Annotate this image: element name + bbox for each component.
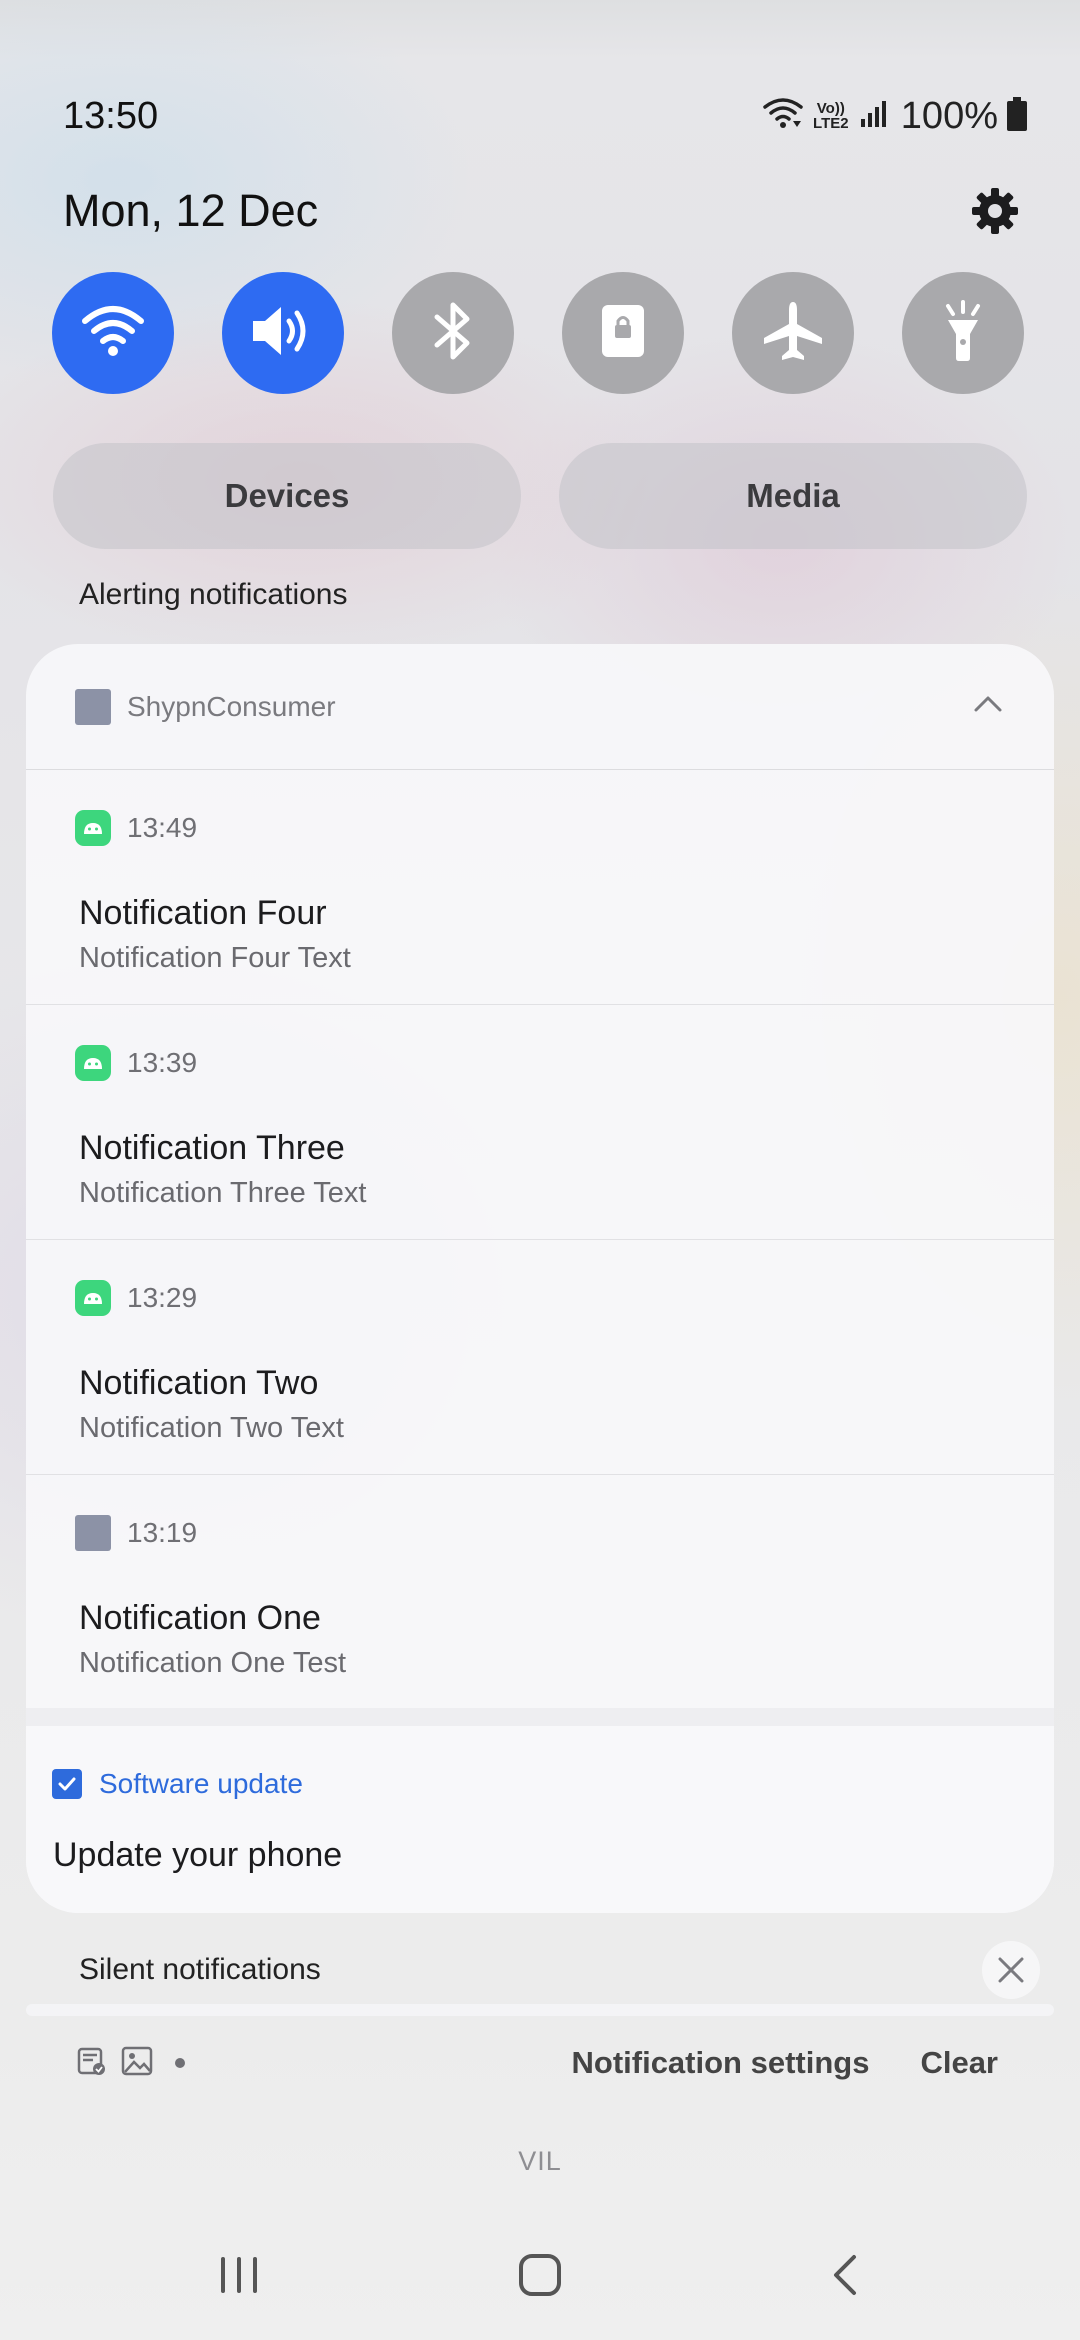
status-icons: Vo)) LTE2 100%	[763, 95, 1028, 138]
bluetooth-icon	[431, 299, 475, 368]
notification-time: 13:29	[127, 1282, 198, 1313]
android-icon	[75, 810, 111, 846]
gear-icon[interactable]	[962, 178, 1028, 244]
android-icon	[75, 1280, 111, 1316]
software-update-notification[interactable]	[26, 1726, 1054, 1913]
notification-settings-button[interactable]: Notification settings	[572, 2045, 870, 2081]
devices-button[interactable]: Devices	[53, 443, 521, 549]
calendar-check-icon	[77, 2045, 107, 2082]
chevron-up-icon[interactable]	[972, 694, 1004, 719]
volte-lte-icon: Vo)) LTE2	[811, 101, 851, 131]
notification-title: Notification Two	[79, 1364, 319, 1402]
silent-notifications-label: Silent notifications	[79, 1953, 321, 1986]
notification-item[interactable]: 13:29 Notification Two Notification Two …	[26, 1240, 1054, 1475]
notification-item[interactable]: 13:49 Notification Four Notification Fou…	[26, 770, 1054, 1005]
home-button[interactable]	[485, 2242, 595, 2312]
notification-meta: 13:29	[75, 1280, 197, 1316]
notification-text: Notification One Test	[79, 1647, 347, 1679]
android-icon	[75, 1045, 111, 1081]
status-bar: 13:50 Vo)) LTE2 100%	[63, 88, 1028, 144]
back-button[interactable]	[790, 2242, 900, 2312]
notification-time: 13:39	[127, 1047, 198, 1078]
silent-notification-peek[interactable]	[26, 2004, 1054, 2016]
date-label[interactable]: Mon, 12 Dec	[63, 185, 318, 237]
more-dot-icon	[175, 2058, 185, 2068]
network-label: Vo)) LTE2	[813, 100, 849, 132]
airplane-mode-toggle[interactable]	[732, 272, 854, 394]
battery-percent: 100%	[900, 94, 998, 137]
app-square-icon	[75, 1515, 111, 1551]
sound-toggle[interactable]	[222, 272, 344, 394]
notification-title: Notification One	[79, 1599, 321, 1637]
alerting-notifications-label: Alerting notifications	[79, 578, 348, 611]
recents-button[interactable]	[184, 2242, 294, 2312]
wifi-icon	[81, 303, 145, 364]
flashlight-toggle[interactable]	[902, 272, 1024, 394]
lock-icon	[598, 301, 648, 366]
media-button[interactable]: Media	[559, 443, 1027, 549]
status-clock: 13:50	[63, 94, 159, 137]
navigation-bar	[0, 2242, 1080, 2312]
group-header[interactable]: ShypnConsumer	[26, 644, 1054, 770]
flashlight-icon	[938, 298, 988, 369]
rotation-lock-toggle[interactable]	[562, 272, 684, 394]
footer-icons	[77, 2045, 572, 2082]
image-icon	[121, 2046, 153, 2081]
software-update-meta: Software update	[49, 1768, 303, 1800]
notification-title: Notification Three	[79, 1129, 345, 1167]
notification-time: 13:19	[127, 1517, 198, 1548]
checkbox-icon	[52, 1769, 82, 1799]
notification-text: Notification Three Text	[79, 1177, 367, 1209]
notification-item[interactable]: 13:19 Notification One Notification One …	[26, 1475, 1054, 1710]
clear-button[interactable]: Clear	[920, 2045, 998, 2081]
carrier-label: VIL	[518, 2146, 562, 2176]
notification-text: Notification Four Text	[79, 942, 351, 974]
back-icon	[830, 2253, 860, 2302]
notification-meta: 13:19	[75, 1515, 197, 1551]
close-icon[interactable]	[982, 1941, 1040, 1999]
volume-icon	[249, 301, 317, 366]
notification-text: Notification Two Text	[79, 1412, 344, 1444]
wifi-toggle[interactable]	[52, 272, 174, 394]
silent-notifications-row: Silent notifications	[79, 1938, 1040, 2002]
notification-title: Notification Four	[79, 894, 327, 932]
cell-signal-icon	[859, 99, 889, 134]
notification-divider	[26, 1708, 1054, 1726]
airplane-icon	[760, 298, 826, 369]
notification-item[interactable]: 13:39 Notification Three Notification Th…	[26, 1005, 1054, 1240]
devices-media-row: Devices Media	[53, 443, 1027, 549]
app-square-icon	[75, 688, 111, 725]
panel-footer: Notification settings Clear	[77, 2038, 998, 2088]
battery-icon	[1006, 96, 1028, 136]
notification-meta: 13:49	[75, 810, 197, 846]
software-update-app-name: Software update	[99, 1768, 303, 1799]
bluetooth-toggle[interactable]	[392, 272, 514, 394]
wifi-signal-icon	[763, 97, 803, 136]
group-app-name: ShypnConsumer	[127, 690, 336, 722]
recents-icon	[217, 2255, 261, 2300]
quick-toggles	[52, 272, 1024, 394]
notification-time: 13:49	[127, 812, 198, 843]
date-row: Mon, 12 Dec	[63, 178, 1028, 244]
software-update-title: Update your phone	[53, 1836, 343, 1874]
home-icon	[517, 2252, 563, 2303]
notification-meta: 13:39	[75, 1045, 197, 1081]
